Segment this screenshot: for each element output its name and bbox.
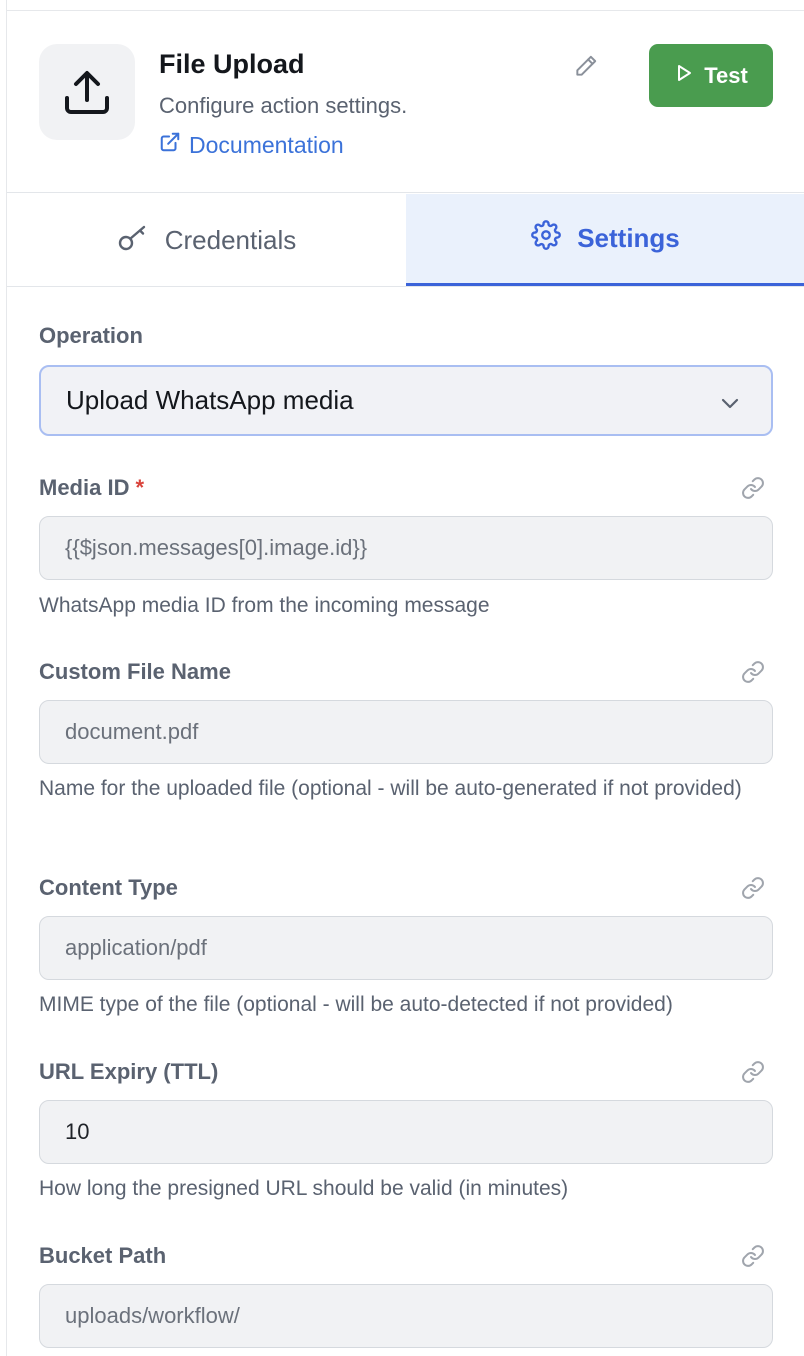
upload-icon — [39, 44, 135, 140]
action-settings-panel: File Upload Configure action settings. D… — [6, 0, 804, 1356]
content-type-input[interactable]: application/pdf — [39, 916, 773, 980]
link-icon[interactable] — [741, 1244, 765, 1268]
link-icon[interactable] — [741, 476, 765, 500]
media-id-help: WhatsApp media ID from the incoming mess… — [39, 594, 490, 617]
custom-file-name-input[interactable]: document.pdf — [39, 700, 773, 764]
url-expiry-help: How long the presigned URL should be val… — [39, 1177, 569, 1200]
custom-file-name-help: Name for the uploaded file (optional - w… — [39, 777, 742, 800]
required-marker: * — [135, 475, 145, 500]
key-icon — [117, 221, 149, 260]
link-icon[interactable] — [741, 1060, 765, 1084]
documentation-link[interactable]: Documentation — [159, 131, 344, 159]
chevron-down-icon — [719, 390, 741, 412]
link-icon[interactable] — [741, 660, 765, 684]
test-button[interactable]: Test — [649, 44, 773, 107]
tab-credentials[interactable]: Credentials — [7, 194, 406, 286]
play-icon — [674, 63, 694, 89]
pencil-icon[interactable] — [573, 53, 599, 79]
custom-file-name-label: Custom File Name — [39, 659, 231, 684]
operation-select[interactable]: Upload WhatsApp media — [39, 365, 773, 436]
bucket-path-label: Bucket Path — [39, 1243, 167, 1268]
gear-icon — [531, 220, 562, 257]
content-type-help: MIME type of the file (optional - will b… — [39, 993, 673, 1016]
tab-settings-label: Settings — [577, 223, 680, 253]
content-type-label: Content Type — [39, 875, 178, 900]
tab-settings[interactable]: Settings — [406, 194, 804, 286]
tab-credentials-label: Credentials — [164, 224, 297, 255]
tab-bar: Credentials Settings — [7, 194, 804, 287]
url-expiry-label: URL Expiry (TTL) — [39, 1059, 219, 1084]
test-button-label: Test — [704, 62, 748, 88]
link-icon[interactable] — [741, 876, 765, 900]
bucket-path-input[interactable]: uploads/workflow/ — [39, 1284, 773, 1348]
url-expiry-input[interactable]: 10 — [39, 1100, 773, 1164]
action-subtitle: Configure action settings. — [159, 93, 408, 118]
operation-value: Upload WhatsApp media — [66, 385, 354, 415]
documentation-label: Documentation — [189, 131, 344, 158]
operation-label: Operation — [39, 323, 143, 348]
panel-header: File Upload Configure action settings. D… — [7, 11, 804, 193]
action-title: File Upload — [159, 49, 305, 79]
media-id-input[interactable]: {{$json.messages[0].image.id}} — [39, 516, 773, 580]
media-id-label-text: Media ID — [39, 475, 130, 500]
external-link-icon — [159, 131, 181, 159]
media-id-label: Media ID * — [39, 475, 144, 501]
